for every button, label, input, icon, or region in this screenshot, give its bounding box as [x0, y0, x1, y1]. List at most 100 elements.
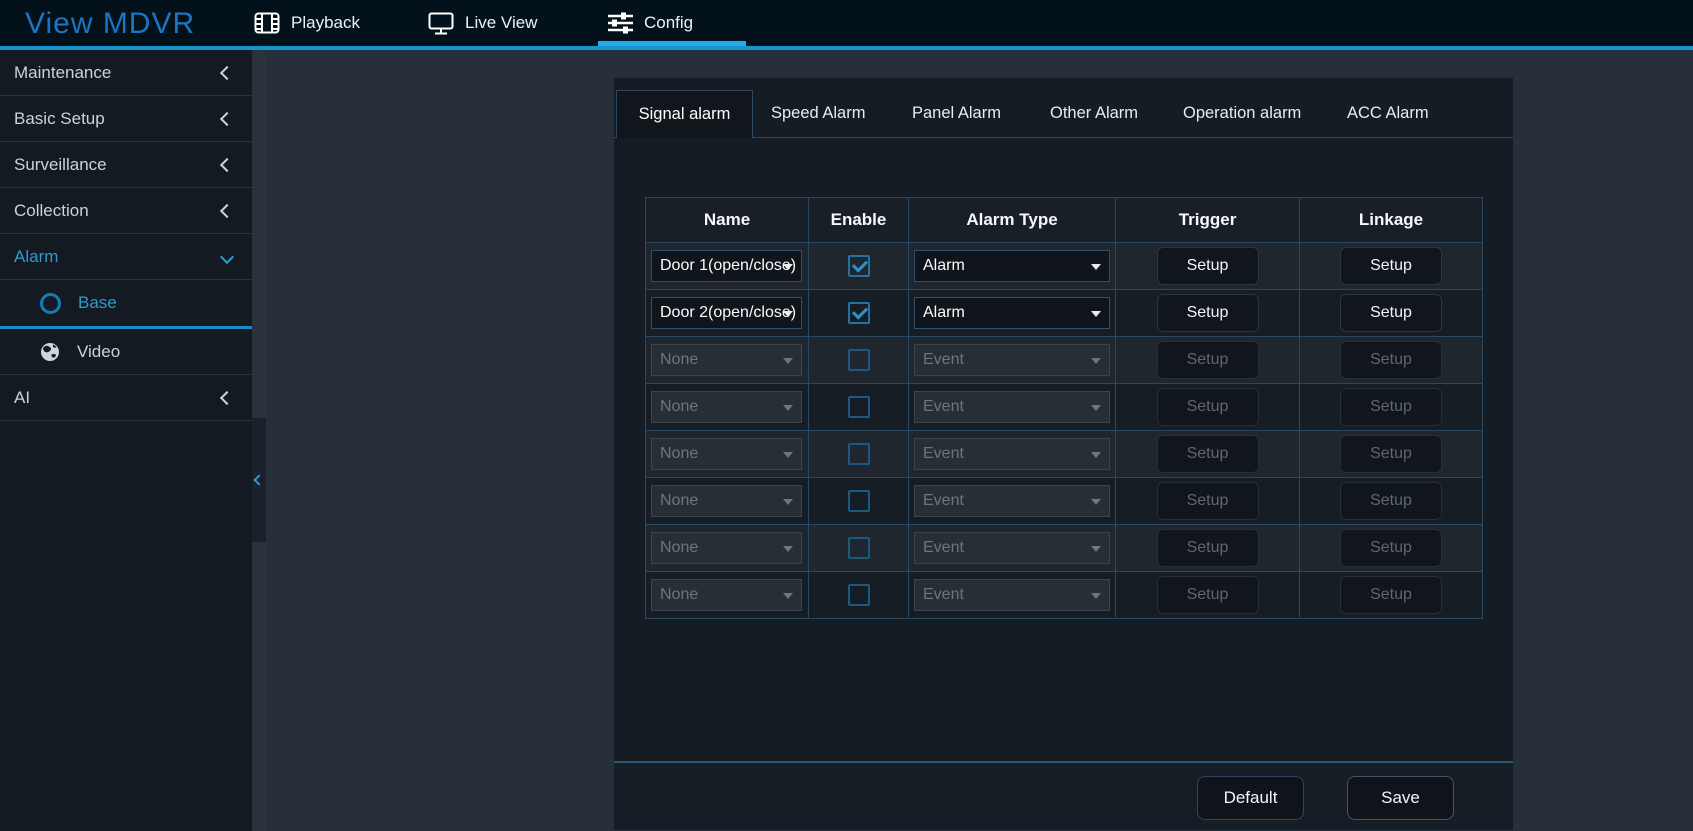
sidebar-item-collection[interactable]: Collection	[0, 188, 252, 234]
save-button[interactable]: Save	[1347, 776, 1454, 820]
enable-checkbox[interactable]	[847, 255, 870, 277]
linkage-setup-button[interactable]: Setup	[1340, 294, 1442, 332]
dropdown-arrow-icon	[783, 311, 793, 317]
sidebar-item-label: Maintenance	[14, 62, 112, 82]
tab-signal-alarm[interactable]: Signal alarm	[616, 90, 753, 138]
panel-footer: Default Save	[614, 761, 1513, 830]
table-row: None Event Setup Setup	[646, 383, 1482, 430]
film-icon	[254, 12, 280, 34]
name-dropdown-value: Door 1(open/close)	[660, 257, 797, 274]
nav-live-view-label: Live View	[465, 13, 538, 32]
name-dropdown[interactable]: None	[651, 391, 802, 423]
sidebar-item-surveillance[interactable]: Surveillance	[0, 142, 252, 188]
nav-live-view[interactable]: Live View	[428, 0, 537, 46]
alarm-type-dropdown[interactable]: Event	[914, 438, 1110, 470]
table-header-row: Name Enable Alarm Type Trigger Linkage	[646, 198, 1482, 242]
sidebar-scrollbar-track	[252, 50, 266, 831]
alarm-type-dropdown[interactable]: Event	[914, 485, 1110, 517]
name-dropdown[interactable]: Door 2(open/close)	[651, 297, 802, 329]
name-dropdown-value: Door 2(open/close)	[660, 304, 797, 321]
tab-acc-alarm[interactable]: ACC Alarm	[1347, 90, 1429, 137]
tab-panel-alarm[interactable]: Panel Alarm	[912, 90, 1001, 137]
sidebar-item-label: AI	[14, 387, 31, 407]
alarm-type-value: Event	[923, 539, 964, 556]
sidebar-subitem-base[interactable]: Base	[0, 280, 252, 329]
tab-operation-alarm[interactable]: Operation alarm	[1183, 90, 1301, 137]
table-row: None Event Setup Setup	[646, 477, 1482, 524]
sidebar-collapse-handle[interactable]	[252, 418, 266, 542]
table-row: Door 2(open/close) Alarm Setup Setup	[646, 289, 1482, 336]
trigger-setup-button[interactable]: Setup	[1156, 576, 1259, 614]
tab-speed-alarm[interactable]: Speed Alarm	[771, 90, 865, 137]
enable-checkbox[interactable]	[847, 490, 870, 512]
globe-icon	[40, 342, 60, 362]
trigger-setup-button[interactable]: Setup	[1156, 341, 1259, 379]
linkage-setup-button[interactable]: Setup	[1340, 341, 1442, 379]
linkage-setup-button[interactable]: Setup	[1340, 388, 1442, 426]
tab-other-alarm[interactable]: Other Alarm	[1050, 90, 1138, 137]
table-row: None Event Setup Setup	[646, 524, 1482, 571]
name-dropdown[interactable]: None	[651, 485, 802, 517]
name-dropdown[interactable]: None	[651, 438, 802, 470]
linkage-setup-button[interactable]: Setup	[1340, 435, 1442, 473]
trigger-setup-button[interactable]: Setup	[1156, 294, 1259, 332]
dropdown-arrow-icon	[783, 264, 793, 270]
sidebar-subitem-video[interactable]: Video	[0, 329, 252, 375]
name-dropdown[interactable]: None	[651, 532, 802, 564]
alarm-type-dropdown[interactable]: Event	[914, 391, 1110, 423]
alarm-type-dropdown[interactable]: Alarm	[914, 297, 1110, 329]
name-dropdown[interactable]: None	[651, 579, 802, 611]
dropdown-arrow-icon	[783, 546, 793, 552]
trigger-setup-button[interactable]: Setup	[1156, 388, 1259, 426]
dropdown-arrow-icon	[783, 452, 793, 458]
name-dropdown[interactable]: None	[651, 344, 802, 376]
chevron-left-icon	[219, 157, 235, 172]
app-window: View MDVR Playback Live View Config Main…	[0, 0, 1693, 831]
col-header-linkage: Linkage	[1299, 198, 1482, 242]
alarm-type-dropdown[interactable]: Event	[914, 579, 1110, 611]
table-row: Door 1(open/close) Alarm Setup Setup	[646, 242, 1482, 289]
name-dropdown[interactable]: Door 1(open/close)	[651, 250, 802, 282]
alarm-type-dropdown[interactable]: Event	[914, 344, 1110, 376]
enable-checkbox[interactable]	[847, 537, 870, 559]
sidebar-item-alarm[interactable]: Alarm	[0, 234, 252, 280]
linkage-setup-button[interactable]: Setup	[1340, 576, 1442, 614]
trigger-setup-button[interactable]: Setup	[1156, 435, 1259, 473]
sidebar-item-ai[interactable]: AI	[0, 375, 252, 421]
nav-playback[interactable]: Playback	[254, 0, 360, 46]
sliders-icon	[608, 12, 633, 34]
enable-checkbox[interactable]	[847, 584, 870, 606]
linkage-setup-button[interactable]: Setup	[1340, 482, 1442, 520]
trigger-setup-button[interactable]: Setup	[1156, 529, 1259, 567]
enable-checkbox[interactable]	[847, 302, 870, 324]
sidebar-item-maintenance[interactable]: Maintenance	[0, 50, 252, 96]
name-dropdown-value: None	[660, 539, 699, 556]
table-row: None Event Setup Setup	[646, 336, 1482, 383]
dropdown-arrow-icon	[1091, 311, 1101, 317]
name-dropdown-value: None	[660, 492, 699, 509]
trigger-setup-button[interactable]: Setup	[1156, 247, 1259, 285]
linkage-setup-button[interactable]: Setup	[1340, 529, 1442, 567]
sidebar-item-label: Collection	[14, 200, 89, 220]
linkage-setup-button[interactable]: Setup	[1340, 247, 1442, 285]
col-header-enable: Enable	[808, 198, 908, 242]
alarm-type-value: Alarm	[923, 257, 965, 274]
dropdown-arrow-icon	[783, 593, 793, 599]
alarm-type-dropdown[interactable]: Event	[914, 532, 1110, 564]
name-dropdown-value: None	[660, 351, 699, 368]
chevron-left-icon	[219, 111, 235, 126]
monitor-icon	[428, 12, 454, 35]
col-header-name: Name	[703, 210, 751, 229]
sidebar-item-basic-setup[interactable]: Basic Setup	[0, 96, 252, 142]
enable-checkbox[interactable]	[847, 349, 870, 371]
trigger-setup-button[interactable]: Setup	[1156, 482, 1259, 520]
alarm-type-dropdown[interactable]: Alarm	[914, 250, 1110, 282]
default-button[interactable]: Default	[1197, 776, 1304, 820]
table-row: None Event Setup Setup	[646, 571, 1482, 618]
dropdown-arrow-icon	[1091, 499, 1101, 505]
alarm-type-value: Event	[923, 492, 964, 509]
enable-checkbox[interactable]	[847, 443, 870, 465]
nav-config[interactable]: Config	[608, 0, 693, 46]
alarm-type-value: Event	[923, 351, 964, 368]
enable-checkbox[interactable]	[847, 396, 870, 418]
